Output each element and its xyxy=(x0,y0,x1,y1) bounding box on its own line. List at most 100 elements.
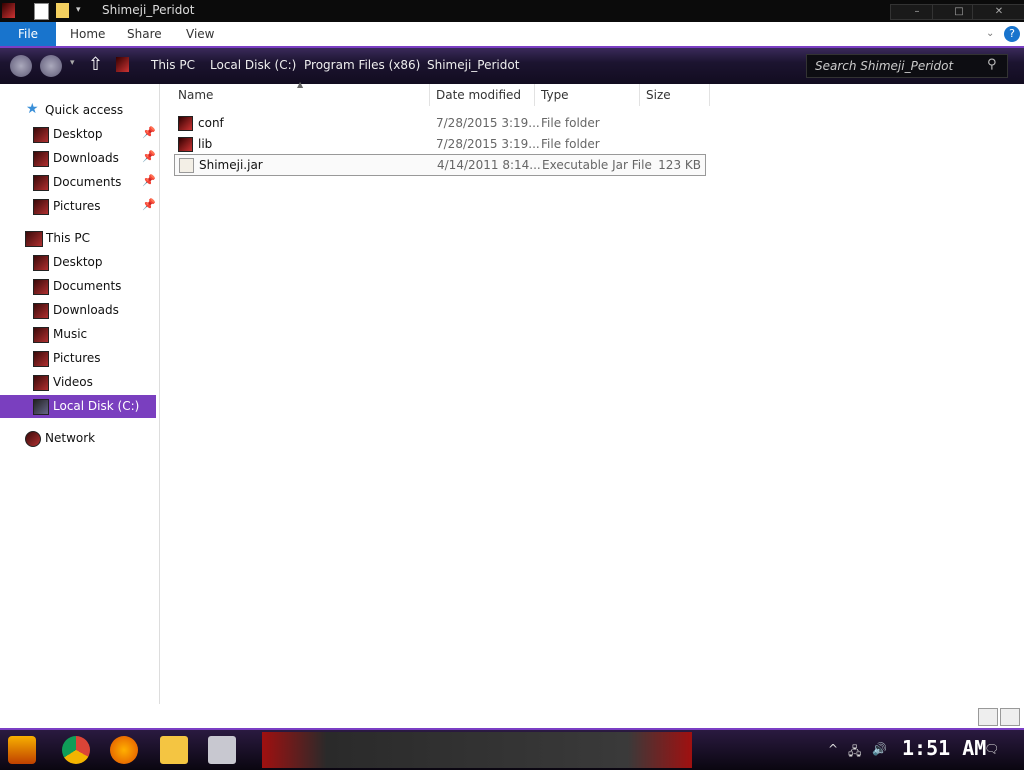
pin-icon[interactable]: 📌 xyxy=(142,126,156,139)
column-size[interactable]: Size xyxy=(640,84,710,106)
show-hidden-icons-icon[interactable]: ^ xyxy=(828,742,838,756)
nav-label: Videos xyxy=(53,375,93,389)
nav-label: Desktop xyxy=(53,255,103,269)
nav-pc-desktop[interactable]: Desktop xyxy=(0,251,156,273)
firefox-icon[interactable] xyxy=(110,736,138,764)
nav-label: Music xyxy=(53,327,88,341)
downloads-icon xyxy=(33,151,49,167)
recent-locations-icon[interactable]: ▾ xyxy=(70,58,75,68)
downloads-icon xyxy=(33,303,49,319)
tab-file[interactable]: File xyxy=(0,22,56,46)
pin-icon[interactable]: 📌 xyxy=(142,174,156,187)
network-icon xyxy=(25,431,41,447)
pin-icon[interactable]: 📌 xyxy=(142,150,156,163)
java-jar-icon xyxy=(179,158,194,173)
up-arrow-icon[interactable]: ⇧ xyxy=(88,54,103,75)
table-row[interactable]: Shimeji.jar 4/14/2011 8:14... Executable… xyxy=(174,154,706,176)
column-date-modified[interactable]: Date modified xyxy=(430,84,535,106)
tab-home[interactable]: Home xyxy=(70,22,105,46)
clock[interactable]: 1:51 AM xyxy=(902,736,986,760)
breadcrumb-local-disk[interactable]: Local Disk (C:) xyxy=(210,58,296,72)
nav-label: Downloads xyxy=(53,303,119,317)
nav-network[interactable]: Network xyxy=(0,427,156,449)
column-type[interactable]: Type xyxy=(535,84,640,106)
nav-label: Local Disk (C:) xyxy=(53,399,140,413)
properties-icon[interactable] xyxy=(34,3,49,20)
nav-qa-downloads[interactable]: Downloads 📌 xyxy=(0,147,156,169)
expand-ribbon-icon[interactable]: ⌄ xyxy=(986,22,994,46)
back-button[interactable] xyxy=(10,55,32,77)
table-row[interactable]: conf 7/28/2015 3:19... File folder xyxy=(174,113,706,133)
large-icons-view-icon[interactable] xyxy=(1000,708,1020,726)
taskbar: ^ 🖧 🔊 1:51 AM 🗨 xyxy=(0,728,1024,770)
file-type: File folder xyxy=(541,137,600,151)
table-row[interactable]: lib 7/28/2015 3:19... File folder xyxy=(174,134,706,154)
nav-label: Quick access xyxy=(45,103,124,117)
file-list: ▲ Name Date modified Type Size conf 7/28… xyxy=(160,80,1024,704)
photos-icon[interactable] xyxy=(208,736,236,764)
pictures-icon xyxy=(33,199,49,215)
title-bar: ▾ Shimeji_Peridot – □ ✕ xyxy=(0,0,1024,22)
start-button-icon[interactable] xyxy=(8,736,36,764)
network-icon[interactable]: 🖧 xyxy=(848,742,861,763)
new-folder-icon[interactable] xyxy=(56,3,69,18)
details-view-icon[interactable] xyxy=(978,708,998,726)
nav-this-pc[interactable]: This PC xyxy=(0,227,156,249)
nav-pc-downloads[interactable]: Downloads xyxy=(0,299,156,321)
breadcrumb-this-pc[interactable]: This PC xyxy=(151,58,195,72)
nav-quick-access[interactable]: ★ Quick access xyxy=(0,99,156,121)
chrome-icon[interactable] xyxy=(62,736,90,764)
column-header: Name Date modified Type Size xyxy=(172,84,1022,106)
file-date: 7/28/2015 3:19... xyxy=(436,137,540,151)
forward-button[interactable] xyxy=(40,55,62,77)
tab-view[interactable]: View xyxy=(186,22,214,46)
folder-icon xyxy=(178,137,193,152)
column-name[interactable]: Name xyxy=(172,84,430,106)
ribbon: File Home Share View ⌄ ? xyxy=(0,22,1024,47)
search-icon[interactable]: ⚲ xyxy=(987,57,997,72)
taskbar-preview-image xyxy=(262,732,692,768)
file-date: 7/28/2015 3:19... xyxy=(436,116,540,130)
file-explorer-icon[interactable] xyxy=(160,736,188,764)
nav-label: Documents xyxy=(53,279,122,293)
nav-qa-documents[interactable]: Documents 📌 xyxy=(0,171,156,193)
address-bar: ▾ ⇧ This PC Local Disk (C:) Program File… xyxy=(0,46,1024,86)
music-icon xyxy=(33,327,49,343)
desktop-icon xyxy=(33,127,49,143)
customize-toolbar-icon[interactable]: ▾ xyxy=(76,5,89,20)
nav-qa-pictures[interactable]: Pictures 📌 xyxy=(0,195,156,217)
file-name: conf xyxy=(198,116,224,130)
pin-icon[interactable]: 📌 xyxy=(142,198,156,211)
star-icon: ★ xyxy=(26,101,39,117)
nav-label: Downloads xyxy=(53,151,119,165)
documents-icon xyxy=(33,175,49,191)
close-button[interactable]: ✕ xyxy=(972,4,1024,20)
computer-icon xyxy=(25,231,43,247)
file-name: lib xyxy=(198,137,213,151)
tab-share[interactable]: Share xyxy=(127,22,162,46)
help-icon[interactable]: ? xyxy=(1004,26,1020,42)
documents-icon xyxy=(33,279,49,295)
nav-pc-pictures[interactable]: Pictures xyxy=(0,347,156,369)
app-icon[interactable] xyxy=(2,3,15,18)
search-placeholder: Search Shimeji_Peridot xyxy=(815,59,954,73)
file-size: 123 KB xyxy=(658,158,701,172)
nav-label: Pictures xyxy=(53,199,101,213)
nav-pc-music[interactable]: Music xyxy=(0,323,156,345)
action-center-icon[interactable]: 🗨 xyxy=(984,742,999,756)
nav-label: This PC xyxy=(46,231,90,245)
nav-pc-local-disk[interactable]: Local Disk (C:) xyxy=(0,395,156,418)
nav-pc-videos[interactable]: Videos xyxy=(0,371,156,393)
folder-icon xyxy=(178,116,193,131)
search-input[interactable]: Search Shimeji_Peridot ⚲ xyxy=(806,54,1008,78)
navigation-pane: ★ Quick access Desktop 📌 Downloads 📌 Doc… xyxy=(0,84,160,704)
nav-qa-desktop[interactable]: Desktop 📌 xyxy=(0,123,156,145)
window-title: Shimeji_Peridot xyxy=(102,3,195,17)
volume-icon[interactable]: 🔊 xyxy=(872,742,887,756)
nav-pc-documents[interactable]: Documents xyxy=(0,275,156,297)
file-type: Executable Jar File xyxy=(542,158,652,172)
folder-icon xyxy=(116,57,129,72)
breadcrumb-shimeji-peridot[interactable]: Shimeji_Peridot xyxy=(427,58,519,72)
breadcrumb-program-files[interactable]: Program Files (x86) xyxy=(304,58,420,72)
file-name: Shimeji.jar xyxy=(199,158,263,172)
